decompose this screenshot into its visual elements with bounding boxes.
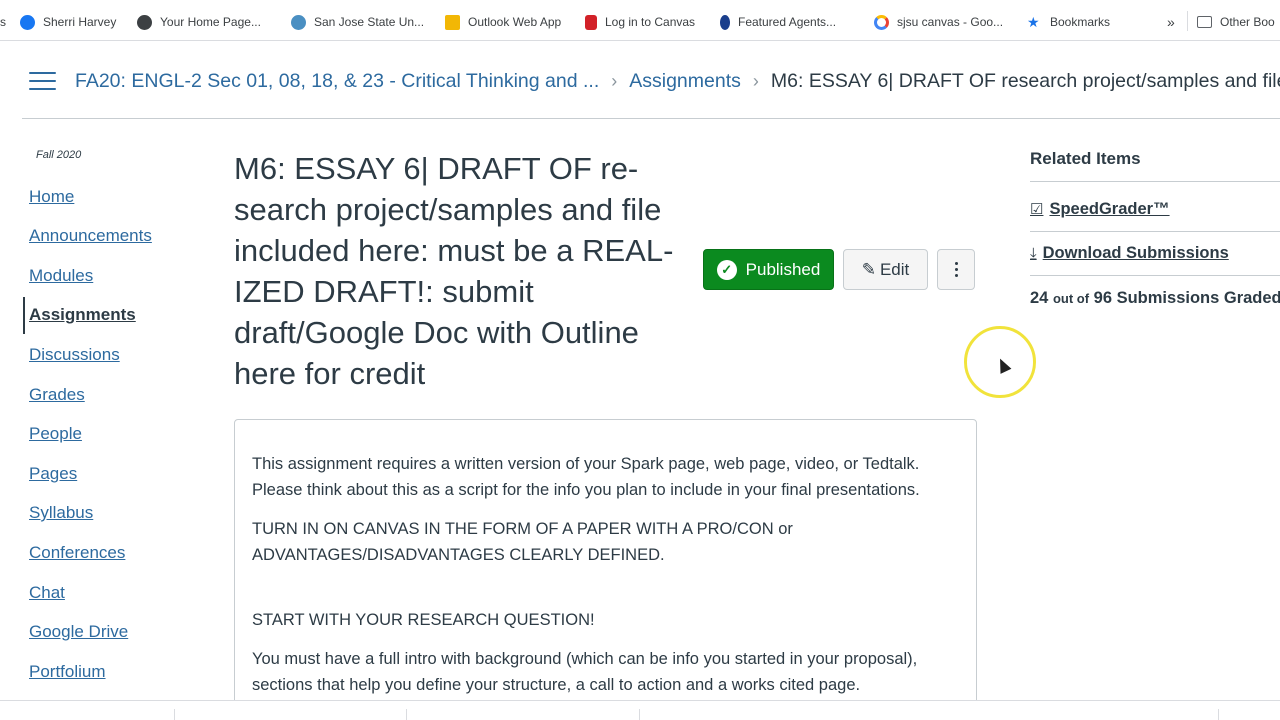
nav-item-assignments[interactable]: Assignments: [29, 305, 136, 329]
download-submissions-label: Download Submissions: [1042, 243, 1229, 262]
shelf-divider: [1218, 709, 1219, 720]
description-paragraph: START WITH YOUR RESEARCH QUESTION!: [252, 611, 595, 629]
outlook-icon: [445, 14, 460, 30]
breadcrumb-assignments-link[interactable]: Assignments: [629, 70, 741, 93]
bookmark-item-canvas-login[interactable]: Log in to Canvas: [585, 13, 695, 31]
shelf-divider: [639, 709, 640, 720]
related-divider: [1030, 181, 1280, 182]
graded-suffix: Submissions Graded: [1116, 289, 1280, 307]
bookmark-item-sherri-harvey[interactable]: Sherri Harvey: [20, 13, 116, 31]
canvas-icon: [585, 14, 597, 30]
header-divider: [22, 118, 1280, 119]
nav-item-google-drive[interactable]: Google Drive: [29, 622, 128, 646]
bookmarks-bar: s Sherri Harvey Your Home Page... San Jo…: [0, 0, 1280, 41]
out-of-label: out of: [1052, 291, 1090, 306]
shelf-divider: [174, 709, 175, 720]
breadcrumb-separator: ›: [611, 70, 618, 91]
breadcrumb-course-link[interactable]: FA20: ENGL-2 Sec 01, 08, 18, & 23 - Crit…: [75, 70, 599, 93]
edit-button[interactable]: ✎ Edit: [843, 249, 928, 290]
related-items-heading: Related Items: [1030, 149, 1141, 168]
bookmark-item-sjsu-canvas-google[interactable]: sjsu canvas - Goo...: [874, 13, 1003, 31]
folder-icon: [1197, 16, 1212, 28]
assignment-description: This assignment requires a written versi…: [234, 419, 977, 720]
assignment-title-line: IZED DRAFT!: submit: [234, 274, 534, 309]
related-divider: [1030, 275, 1280, 276]
breadcrumb: FA20: ENGL-2 Sec 01, 08, 18, & 23 - Crit…: [75, 69, 1280, 93]
speedgrader-icon: ☑: [1030, 201, 1044, 218]
bookmark-item-other-bookmarks[interactable]: Other Boo: [1197, 13, 1275, 31]
sjsu-icon: [291, 14, 306, 30]
more-options-button[interactable]: [937, 249, 975, 290]
agents-icon: [720, 14, 730, 30]
nav-item-syllabus[interactable]: Syllabus: [29, 503, 93, 527]
bookmarks-overflow-button[interactable]: »: [1167, 13, 1175, 31]
pencil-icon: ✎: [861, 259, 876, 279]
bookmark-item-sjsu[interactable]: San Jose State Un...: [291, 13, 424, 31]
nav-item-chat[interactable]: Chat: [29, 583, 65, 607]
nav-active-indicator: [23, 297, 25, 334]
nav-item-announcements[interactable]: Announcements: [29, 226, 152, 250]
download-submissions-link[interactable]: ⤓ Download Submissions: [1030, 242, 1229, 264]
submissions-graded-count: 24 out of 96 Submissions Graded: [1030, 289, 1280, 308]
nav-item-people[interactable]: People: [29, 424, 82, 448]
graded-count: 24: [1030, 289, 1049, 307]
breadcrumb-separator: ›: [752, 70, 759, 91]
google-icon: [874, 14, 889, 30]
globe-icon: [137, 14, 152, 30]
check-circle-icon: ✓: [716, 259, 737, 280]
nav-item-conferences[interactable]: Conferences: [29, 543, 125, 567]
description-paragraph: This assignment requires a written versi…: [252, 455, 920, 499]
facebook-icon: [20, 14, 35, 30]
nav-item-home[interactable]: Home: [29, 187, 74, 211]
bookmark-item-outlook[interactable]: Outlook Web App: [445, 13, 561, 31]
download-icon: ⤓: [1030, 244, 1037, 262]
assignment-title: M6: ESSAY 6| DRAFT OF re- search project…: [234, 148, 684, 394]
related-divider: [1030, 231, 1280, 232]
nav-item-portfolium[interactable]: Portfolium: [29, 662, 106, 686]
shelf-divider: [406, 709, 407, 720]
description-paragraph: TURN IN ON CANVAS IN THE FORM OF A PAPER…: [252, 520, 793, 564]
breadcrumb-current-page: M6: ESSAY 6| DRAFT OF research project/s…: [770, 69, 1280, 92]
assignment-title-line: here for credit: [234, 356, 426, 391]
edit-label: Edit: [879, 259, 910, 279]
assignment-title-line: M6: ESSAY 6| DRAFT OF re-: [234, 151, 639, 186]
overflow-chevron-icon: »: [1167, 14, 1175, 30]
total-count: 96: [1093, 289, 1112, 307]
description-paragraph: You must have a full intro with backgrou…: [252, 650, 918, 694]
assignment-title-line: search project/samples and file: [234, 192, 662, 227]
star-icon: ★: [1027, 13, 1040, 30]
course-term: Fall 2020: [36, 149, 82, 161]
bookmark-item-home-page[interactable]: Your Home Page...: [137, 13, 261, 31]
nav-item-discussions[interactable]: Discussions: [29, 345, 120, 369]
assignment-title-line: draft/Google Doc with Outline: [234, 315, 639, 350]
nav-item-pages[interactable]: Pages: [29, 464, 77, 488]
assignment-title-line: included here: must be a REAL-: [234, 233, 674, 268]
published-label: Published: [745, 259, 821, 279]
course-menu-toggle-icon[interactable]: [29, 70, 56, 90]
bookmark-item-bookmarks[interactable]: ★ Bookmarks: [1027, 13, 1110, 31]
published-button[interactable]: ✓ Published: [703, 249, 834, 290]
bookmark-item-featured-agents[interactable]: Featured Agents...: [720, 13, 836, 31]
kebab-menu-icon: [954, 262, 958, 277]
nav-item-modules[interactable]: Modules: [29, 266, 93, 290]
bookmark-item-fragment[interactable]: s: [0, 13, 6, 31]
speedgrader-link[interactable]: ☑ SpeedGrader™: [1030, 198, 1170, 220]
nav-item-grades[interactable]: Grades: [29, 385, 85, 409]
download-shelf: [0, 700, 1280, 720]
speedgrader-label: SpeedGrader™: [1049, 199, 1170, 218]
bookmarks-divider: [1187, 11, 1188, 31]
